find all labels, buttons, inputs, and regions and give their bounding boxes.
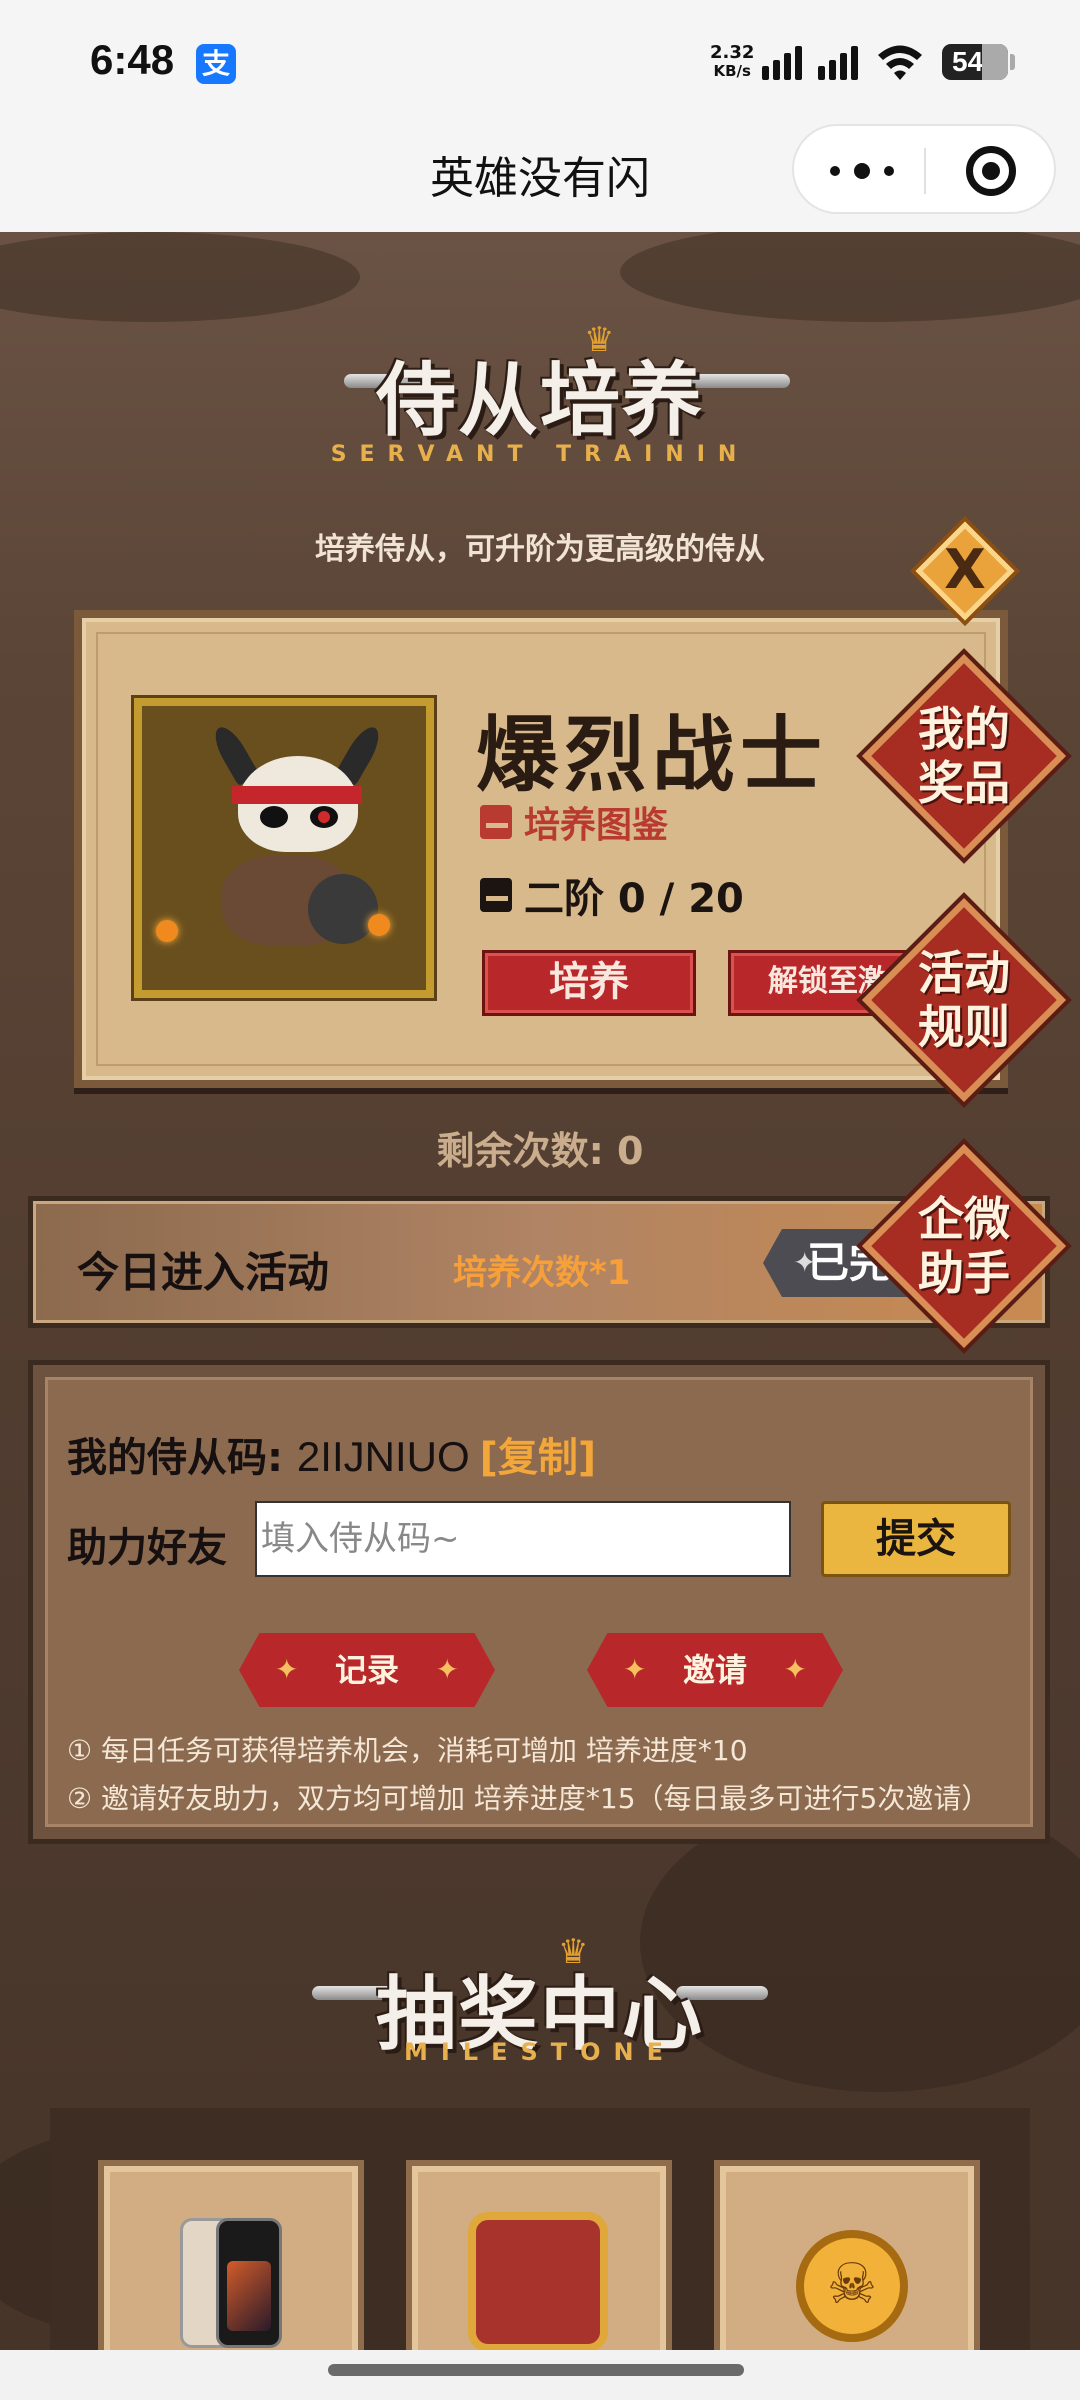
- capsule-menu: [792, 124, 1056, 214]
- close-target-icon[interactable]: [966, 146, 1016, 196]
- my-prizes-button[interactable]: 我的奖品: [861, 653, 1067, 859]
- codex-link[interactable]: 培养图鉴: [480, 796, 668, 848]
- copy-code-link[interactable]: [复制]: [480, 1435, 597, 1481]
- status-time: 6:48: [90, 36, 175, 83]
- servant-code-panel: 我的侍从码: 2IIJNIUO[复制] 助力好友 提交 ✦ 记录 ✦ ✦ 邀请 …: [28, 1360, 1050, 1844]
- servant-code-value: 2IIJNIUO: [296, 1433, 470, 1480]
- skull-coin-icon: [796, 2230, 908, 2342]
- help-friend-label: 助力好友: [67, 1525, 227, 1571]
- sparkle-icon: ✦: [435, 1653, 459, 1686]
- bomb-icon: [308, 874, 378, 944]
- status-bar: 6:48 支 2.32 KB/s 54: [0, 0, 1080, 120]
- servant-training-title: 侍从培养: [376, 354, 704, 447]
- game-page: ♛ 侍从培养 SERVANT TRAININ 培养侍从，可升阶为更高级的侍从 爆…: [0, 232, 1080, 2400]
- rule-line-1: ① 每日任务可获得培养机会，消耗可增加 培养进度*10: [67, 1734, 748, 1767]
- train-button[interactable]: 培养: [482, 950, 696, 1016]
- sparkle-icon: ✦: [623, 1653, 647, 1686]
- battery-indicator: 54: [942, 44, 1008, 80]
- friend-code-input[interactable]: [255, 1501, 791, 1577]
- signal-icon-2: [818, 44, 858, 80]
- treasure-chest-icon: [468, 2212, 608, 2352]
- activity-rules-button[interactable]: 活动规则: [861, 897, 1067, 1103]
- invite-button[interactable]: ✦ 邀请 ✦: [587, 1633, 843, 1707]
- servant-portrait: [134, 698, 434, 998]
- servant-training-subtitle: SERVANT TRAININ: [330, 442, 750, 467]
- network-speed: 2.32 KB/s: [710, 42, 755, 81]
- servant-code-row: 我的侍从码: 2IIJNIUO [复制]: [67, 1433, 597, 1481]
- lottery-subtitle: MILESTONE: [403, 2038, 677, 2066]
- servant-name: 爆烈战士: [476, 708, 829, 803]
- rule-line-2: ② 邀请好友助力，双方均可增加 培养进度*15（每日最多可进行5次邀请）: [67, 1782, 990, 1815]
- servant-training-tagline: 培养侍从，可升阶为更高级的侍从: [315, 532, 765, 567]
- wecom-assistant-button[interactable]: 企微助手: [861, 1143, 1067, 1349]
- alipay-icon: 支: [196, 44, 236, 84]
- home-indicator[interactable]: [328, 2364, 744, 2376]
- mini-program-title-bar: 英雄没有闪: [0, 120, 1080, 232]
- close-button[interactable]: X: [915, 521, 1015, 621]
- daily-task-label: 今日进入活动: [77, 1248, 330, 1297]
- skull-warrior-icon: [238, 756, 358, 852]
- close-icon: X: [944, 538, 986, 601]
- signal-icon: [762, 44, 802, 80]
- daily-task-reward: 培养次数*1: [453, 1253, 631, 1293]
- book-icon: [480, 805, 512, 839]
- sparkle-icon: ✦: [793, 1246, 817, 1279]
- sparkle-icon: ✦: [275, 1653, 299, 1686]
- tier-progress: 二阶 0 / 20: [480, 866, 744, 924]
- servant-card: 爆烈战士 培养图鉴 二阶 0 / 20 培养 解锁至激: [74, 610, 1008, 1088]
- sparkle-icon: ✦: [783, 1653, 807, 1686]
- submit-button[interactable]: 提交: [821, 1501, 1011, 1577]
- wifi-icon: [878, 45, 922, 80]
- record-button[interactable]: ✦ 记录 ✦: [239, 1633, 495, 1707]
- tier-book-icon: [480, 878, 512, 912]
- more-dots-icon[interactable]: [830, 156, 894, 186]
